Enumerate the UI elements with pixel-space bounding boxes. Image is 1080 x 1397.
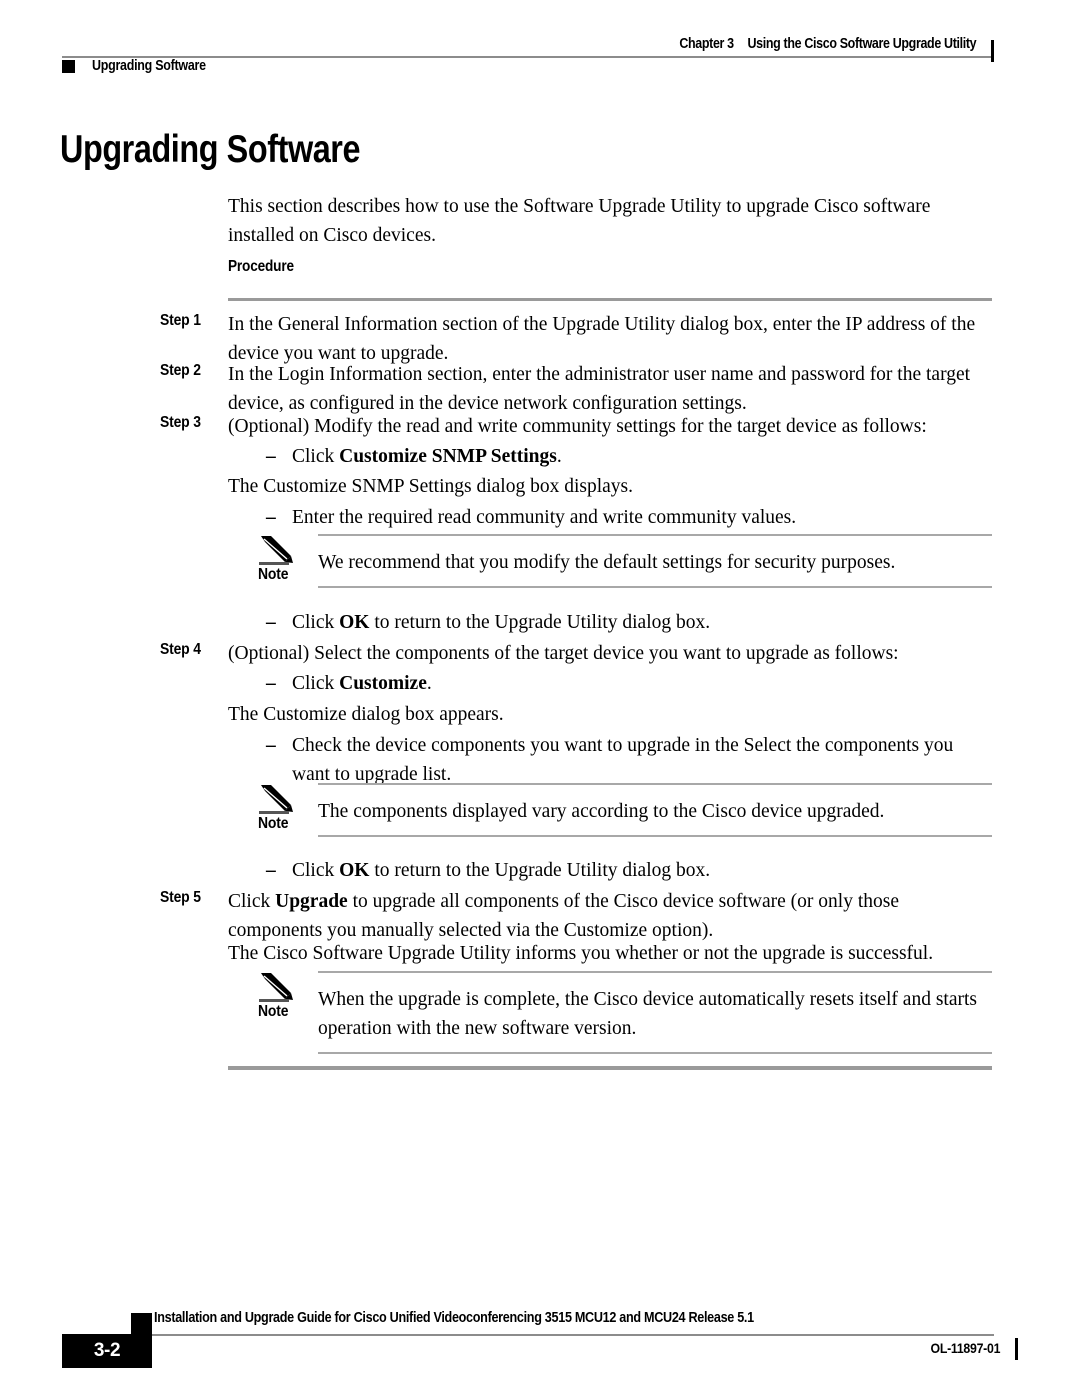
body-paragraph: The Cisco Software Upgrade Utility infor…	[228, 943, 934, 964]
dash-bullet-icon: –	[266, 446, 276, 467]
header-section-title: Upgrading Software	[92, 58, 206, 74]
running-header: Chapter 3 Using the Cisco Software Upgrad…	[62, 36, 994, 82]
dash-bullet-icon: –	[266, 612, 276, 633]
step-text-prefix: Click	[228, 891, 276, 912]
dash-bullet-icon: –	[266, 507, 276, 528]
step-text: (Optional) Modify the read and write com…	[228, 416, 927, 437]
note-text: The components displayed vary according …	[318, 801, 885, 822]
sub-bullet-prefix: Click	[292, 673, 340, 694]
sub-bullet-emphasis: Customize SNMP Settings	[339, 446, 557, 467]
step-label: Step 1	[160, 312, 201, 329]
procedure-open-rule	[228, 298, 992, 301]
step-label: Step 4	[160, 641, 201, 658]
procedure-heading: Procedure	[228, 258, 294, 275]
sub-bullet-suffix: .	[556, 446, 562, 467]
page-title: Upgrading Software	[60, 128, 361, 171]
sub-bullet-text: Check the device components you want to …	[292, 735, 954, 785]
note-top-rule	[318, 534, 992, 536]
note-text: We recommend that you modify the default…	[318, 552, 896, 573]
header-edge-bar	[991, 40, 994, 62]
pencil-icon	[258, 783, 300, 817]
note-top-rule	[318, 783, 992, 785]
sub-bullet-emphasis: Customize	[339, 673, 427, 694]
header-chapter-info: Chapter 3 Using the Cisco Software Upgrad…	[679, 36, 976, 52]
note-icon-underline	[259, 811, 289, 814]
footer-divider	[62, 1334, 994, 1336]
sub-bullet-prefix: Click	[292, 446, 340, 467]
note-icon-underline	[259, 999, 289, 1002]
note-bottom-rule	[318, 586, 992, 588]
note-bottom-rule	[318, 835, 992, 837]
sub-bullet-emphasis: OK	[339, 860, 370, 881]
step-text-emphasis: Upgrade	[275, 891, 348, 912]
intro-paragraph: This section describes how to use the So…	[228, 196, 931, 246]
page-number: 3-2	[93, 1340, 121, 1361]
document-page: Chapter 3 Using the Cisco Software Upgrad…	[0, 0, 1080, 1397]
note-top-rule	[318, 971, 992, 973]
sub-bullet-text: Click Customize.	[292, 669, 992, 698]
note-label: Note	[258, 566, 289, 583]
dash-bullet-icon: –	[266, 673, 276, 694]
dash-bullet-icon: –	[266, 735, 276, 756]
sub-bullet-suffix: to return to the Upgrade Utility dialog …	[369, 612, 711, 633]
step-label: Step 2	[160, 362, 201, 379]
step-text: (Optional) Select the components of the …	[228, 643, 899, 664]
note-text: When the upgrade is complete, the Cisco …	[318, 989, 977, 1039]
footer-guide-title: Installation and Upgrade Guide for Cisco…	[154, 1310, 754, 1326]
pencil-icon	[258, 534, 300, 568]
sub-bullet-suffix: to return to the Upgrade Utility dialog …	[369, 860, 711, 881]
header-section-info: Upgrading Software	[62, 58, 224, 74]
header-chapter-title: Using the Cisco Software Upgrade Utility	[747, 36, 976, 52]
sub-bullet-suffix: .	[426, 673, 432, 694]
note-label: Note	[258, 815, 289, 832]
sub-bullet-prefix: Click	[292, 612, 340, 633]
note-label: Note	[258, 1003, 289, 1020]
step-label: Step 3	[160, 414, 201, 431]
step-text: In the Login Information section, enter …	[228, 364, 971, 414]
dash-bullet-icon: –	[266, 860, 276, 881]
step-label: Step 5	[160, 889, 201, 906]
note-icon-underline	[259, 562, 289, 565]
sub-bullet-text: Click OK to return to the Upgrade Utilit…	[292, 856, 992, 885]
header-chapter-number: Chapter 3	[679, 36, 734, 52]
pencil-icon	[258, 971, 300, 1005]
step-text: Click Upgrade to upgrade all components …	[228, 887, 992, 945]
sub-bullet-text: Click Customize SNMP Settings.	[292, 442, 992, 471]
note-bottom-rule	[318, 1052, 992, 1054]
sub-bullet-text: Enter the required read community and wr…	[292, 507, 797, 528]
body-paragraph: The Customize dialog box appears.	[228, 704, 504, 725]
sub-bullet-text: Click OK to return to the Upgrade Utilit…	[292, 608, 992, 637]
sub-bullet-prefix: Click	[292, 860, 340, 881]
sub-bullet-emphasis: OK	[339, 612, 370, 633]
square-bullet-icon	[62, 59, 75, 73]
footer-document-id: OL-11897-01	[930, 1340, 1000, 1356]
footer-square-tab-icon	[131, 1313, 152, 1334]
procedure-close-rule	[228, 1066, 992, 1070]
footer-edge-bar	[1015, 1338, 1018, 1360]
body-paragraph: The Customize SNMP Settings dialog box d…	[228, 476, 633, 497]
